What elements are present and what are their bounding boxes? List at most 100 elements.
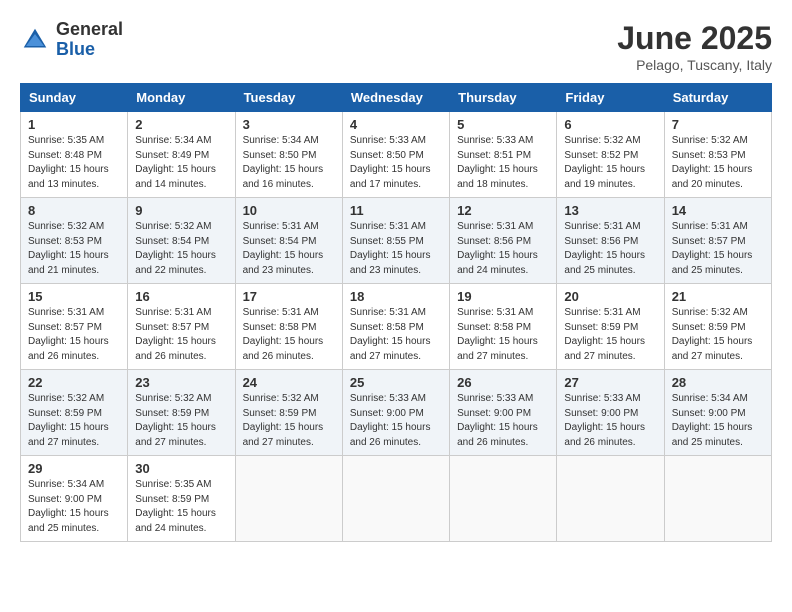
location: Pelago, Tuscany, Italy [617,57,772,73]
logo: General Blue [20,20,123,60]
calendar-week: 8 Sunrise: 5:32 AM Sunset: 8:53 PM Dayli… [21,198,772,284]
day-info: Sunrise: 5:31 AM Sunset: 8:59 PM Dayligh… [564,306,656,364]
day-info: Sunrise: 5:32 AM Sunset: 8:59 PM Dayligh… [28,392,120,450]
day-info: Sunrise: 5:35 AM Sunset: 8:48 PM Dayligh… [28,134,120,192]
day-number: 6 [564,117,656,132]
calendar-cell: 11 Sunrise: 5:31 AM Sunset: 8:55 PM Dayl… [342,198,449,284]
calendar-cell: 29 Sunrise: 5:34 AM Sunset: 9:00 PM Dayl… [21,456,128,542]
logo-icon [20,25,50,55]
day-info: Sunrise: 5:31 AM Sunset: 8:58 PM Dayligh… [243,306,335,364]
day-number: 20 [564,289,656,304]
day-info: Sunrise: 5:34 AM Sunset: 8:50 PM Dayligh… [243,134,335,192]
day-info: Sunrise: 5:31 AM Sunset: 8:56 PM Dayligh… [564,220,656,278]
day-info: Sunrise: 5:33 AM Sunset: 8:50 PM Dayligh… [350,134,442,192]
header-day: Saturday [664,84,771,112]
calendar-header: SundayMondayTuesdayWednesdayThursdayFrid… [21,84,772,112]
calendar-cell: 1 Sunrise: 5:35 AM Sunset: 8:48 PM Dayli… [21,112,128,198]
day-info: Sunrise: 5:34 AM Sunset: 9:00 PM Dayligh… [672,392,764,450]
day-info: Sunrise: 5:33 AM Sunset: 9:00 PM Dayligh… [457,392,549,450]
day-number: 27 [564,375,656,390]
day-info: Sunrise: 5:31 AM Sunset: 8:56 PM Dayligh… [457,220,549,278]
calendar-cell: 7 Sunrise: 5:32 AM Sunset: 8:53 PM Dayli… [664,112,771,198]
day-number: 7 [672,117,764,132]
calendar-cell: 4 Sunrise: 5:33 AM Sunset: 8:50 PM Dayli… [342,112,449,198]
day-info: Sunrise: 5:32 AM Sunset: 8:54 PM Dayligh… [135,220,227,278]
day-number: 10 [243,203,335,218]
day-info: Sunrise: 5:31 AM Sunset: 8:58 PM Dayligh… [457,306,549,364]
calendar-cell: 26 Sunrise: 5:33 AM Sunset: 9:00 PM Dayl… [450,370,557,456]
day-number: 9 [135,203,227,218]
header-day: Tuesday [235,84,342,112]
calendar-cell: 10 Sunrise: 5:31 AM Sunset: 8:54 PM Dayl… [235,198,342,284]
calendar-cell: 5 Sunrise: 5:33 AM Sunset: 8:51 PM Dayli… [450,112,557,198]
logo-text: General Blue [56,20,123,60]
calendar-cell: 23 Sunrise: 5:32 AM Sunset: 8:59 PM Dayl… [128,370,235,456]
day-info: Sunrise: 5:32 AM Sunset: 8:53 PM Dayligh… [672,134,764,192]
day-info: Sunrise: 5:33 AM Sunset: 9:00 PM Dayligh… [564,392,656,450]
day-number: 15 [28,289,120,304]
calendar-cell: 15 Sunrise: 5:31 AM Sunset: 8:57 PM Dayl… [21,284,128,370]
calendar-cell: 28 Sunrise: 5:34 AM Sunset: 9:00 PM Dayl… [664,370,771,456]
calendar-cell: 6 Sunrise: 5:32 AM Sunset: 8:52 PM Dayli… [557,112,664,198]
day-number: 8 [28,203,120,218]
calendar-cell: 19 Sunrise: 5:31 AM Sunset: 8:58 PM Dayl… [450,284,557,370]
day-info: Sunrise: 5:32 AM Sunset: 8:59 PM Dayligh… [672,306,764,364]
calendar-cell: 3 Sunrise: 5:34 AM Sunset: 8:50 PM Dayli… [235,112,342,198]
day-info: Sunrise: 5:33 AM Sunset: 9:00 PM Dayligh… [350,392,442,450]
calendar-week: 1 Sunrise: 5:35 AM Sunset: 8:48 PM Dayli… [21,112,772,198]
header-day: Wednesday [342,84,449,112]
header-day: Friday [557,84,664,112]
day-number: 16 [135,289,227,304]
calendar-cell [235,456,342,542]
day-info: Sunrise: 5:35 AM Sunset: 8:59 PM Dayligh… [135,478,227,536]
calendar-cell: 20 Sunrise: 5:31 AM Sunset: 8:59 PM Dayl… [557,284,664,370]
day-info: Sunrise: 5:31 AM Sunset: 8:55 PM Dayligh… [350,220,442,278]
day-number: 2 [135,117,227,132]
day-number: 12 [457,203,549,218]
day-number: 4 [350,117,442,132]
day-info: Sunrise: 5:31 AM Sunset: 8:57 PM Dayligh… [28,306,120,364]
header-day: Sunday [21,84,128,112]
calendar-cell [342,456,449,542]
day-number: 18 [350,289,442,304]
logo-general: General [56,20,123,40]
calendar-cell [557,456,664,542]
day-number: 14 [672,203,764,218]
calendar-cell: 27 Sunrise: 5:33 AM Sunset: 9:00 PM Dayl… [557,370,664,456]
day-info: Sunrise: 5:32 AM Sunset: 8:59 PM Dayligh… [243,392,335,450]
calendar: SundayMondayTuesdayWednesdayThursdayFrid… [20,83,772,542]
calendar-cell: 17 Sunrise: 5:31 AM Sunset: 8:58 PM Dayl… [235,284,342,370]
day-number: 1 [28,117,120,132]
calendar-cell [664,456,771,542]
calendar-cell: 9 Sunrise: 5:32 AM Sunset: 8:54 PM Dayli… [128,198,235,284]
calendar-cell: 8 Sunrise: 5:32 AM Sunset: 8:53 PM Dayli… [21,198,128,284]
calendar-cell: 16 Sunrise: 5:31 AM Sunset: 8:57 PM Dayl… [128,284,235,370]
calendar-cell: 2 Sunrise: 5:34 AM Sunset: 8:49 PM Dayli… [128,112,235,198]
day-number: 30 [135,461,227,476]
day-info: Sunrise: 5:32 AM Sunset: 8:59 PM Dayligh… [135,392,227,450]
day-info: Sunrise: 5:34 AM Sunset: 8:49 PM Dayligh… [135,134,227,192]
day-number: 5 [457,117,549,132]
day-info: Sunrise: 5:33 AM Sunset: 8:51 PM Dayligh… [457,134,549,192]
day-number: 22 [28,375,120,390]
day-number: 29 [28,461,120,476]
day-number: 19 [457,289,549,304]
title-block: June 2025 Pelago, Tuscany, Italy [617,20,772,73]
calendar-cell: 24 Sunrise: 5:32 AM Sunset: 8:59 PM Dayl… [235,370,342,456]
day-info: Sunrise: 5:31 AM Sunset: 8:54 PM Dayligh… [243,220,335,278]
calendar-cell: 25 Sunrise: 5:33 AM Sunset: 9:00 PM Dayl… [342,370,449,456]
day-number: 13 [564,203,656,218]
calendar-body: 1 Sunrise: 5:35 AM Sunset: 8:48 PM Dayli… [21,112,772,542]
logo-blue: Blue [56,40,123,60]
day-info: Sunrise: 5:31 AM Sunset: 8:57 PM Dayligh… [672,220,764,278]
day-info: Sunrise: 5:34 AM Sunset: 9:00 PM Dayligh… [28,478,120,536]
header-day: Monday [128,84,235,112]
day-number: 21 [672,289,764,304]
calendar-cell: 12 Sunrise: 5:31 AM Sunset: 8:56 PM Dayl… [450,198,557,284]
header-day: Thursday [450,84,557,112]
day-number: 28 [672,375,764,390]
calendar-cell: 21 Sunrise: 5:32 AM Sunset: 8:59 PM Dayl… [664,284,771,370]
day-info: Sunrise: 5:31 AM Sunset: 8:57 PM Dayligh… [135,306,227,364]
day-info: Sunrise: 5:32 AM Sunset: 8:52 PM Dayligh… [564,134,656,192]
page-header: General Blue June 2025 Pelago, Tuscany, … [20,20,772,73]
